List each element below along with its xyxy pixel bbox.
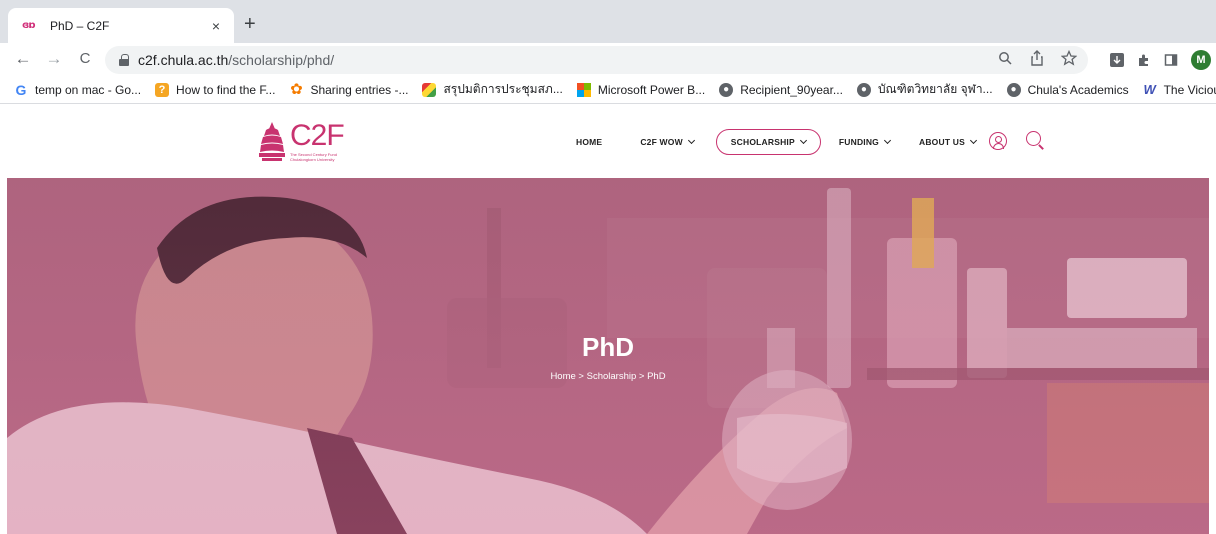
bookmarks-bar: G temp on mac - Go... ? How to find the …	[0, 76, 1216, 104]
bookmark-label: The Vicious Cycle...	[1163, 82, 1216, 97]
bookmark-star-icon[interactable]	[1060, 49, 1078, 71]
bookmark-label: สรุปมติการประชุมสภ...	[443, 82, 563, 96]
bookmark-item[interactable]: ✿ Sharing entries -...	[289, 80, 409, 98]
nav-item-funding[interactable]: FUNDING	[838, 129, 892, 155]
nav-item-about-us[interactable]: ABOUT US	[919, 129, 978, 155]
lock-icon[interactable]	[119, 54, 129, 66]
browser-toolbar: ← → C c2f.chula.ac.th/scholarship/phd/ M	[0, 43, 1216, 76]
gear-icon: ✿	[290, 80, 303, 98]
bookmark-item[interactable]: W The Vicious Cycle...	[1143, 81, 1216, 97]
bookmark-item[interactable]: G temp on mac - Go...	[14, 81, 142, 98]
side-panel-icon[interactable]	[1164, 53, 1178, 67]
bookmark-label: temp on mac - Go...	[35, 82, 142, 97]
extensions-puzzle-icon[interactable]	[1137, 53, 1151, 67]
main-nav: HOME C2F WOW SCHOLARSHIP FUNDING ABOUT U…	[560, 129, 978, 155]
tab-close-icon[interactable]: ×	[208, 18, 224, 34]
bookmark-item[interactable]: สรุปมติการประชุมสภ...	[422, 80, 563, 99]
reload-icon[interactable]: C	[74, 48, 96, 70]
bookmark-item[interactable]: ● Recipient_90year...	[719, 82, 843, 97]
microsoft-icon	[576, 82, 591, 97]
logo-wordmark: C2F	[290, 119, 345, 152]
nav-label: HOME	[576, 137, 603, 147]
chevron-down-icon	[883, 136, 892, 145]
breadcrumb: Home > Scholarship > PhD	[7, 371, 1209, 382]
nav-item-home[interactable]: HOME	[576, 129, 602, 155]
tab-title: PhD – C2F	[50, 18, 110, 33]
nav-item-scholarship[interactable]: SCHOLARSHIP	[715, 129, 821, 155]
profile-avatar[interactable]: M	[1191, 50, 1211, 70]
download-extension-icon[interactable]	[1110, 53, 1124, 67]
colorful-icon	[422, 82, 437, 97]
bookmark-item[interactable]: ● บัณฑิตวิทยาลัย จุฬา...	[856, 80, 993, 99]
browser-tab-active[interactable]: ɞɒ PhD – C2F ×	[8, 8, 234, 43]
chevron-down-icon	[799, 136, 807, 145]
url-path: /scholarship/phd/	[228, 52, 335, 68]
bookmark-label: Recipient_90year...	[740, 82, 843, 97]
zoom-magnifier-icon[interactable]	[996, 50, 1014, 71]
breadcrumb-separator: >	[636, 371, 648, 382]
nav-item-c2f-wow[interactable]: C2F WOW	[640, 129, 695, 155]
bookmark-label: Chula's Academics	[1027, 82, 1129, 97]
forward-arrow-icon[interactable]: →	[43, 48, 65, 70]
new-tab-icon[interactable]: +	[244, 13, 256, 35]
nav-label: C2F WOW	[640, 137, 683, 147]
site-header: C2F The Second Century Fund Chulalongkor…	[0, 104, 1216, 178]
breadcrumb-current: PhD	[647, 371, 666, 382]
hero-banner: PhD Home > Scholarship > PhD	[7, 178, 1209, 534]
chula-emblem-icon	[258, 120, 286, 164]
url-host: c2f.chula.ac.th	[138, 52, 229, 68]
back-arrow-icon[interactable]: ←	[12, 48, 34, 70]
c2f-favicon-icon: ɞɒ	[22, 19, 35, 31]
nav-label: SCHOLARSHIP	[730, 137, 795, 147]
google-icon: G	[15, 81, 27, 98]
nav-label: ABOUT US	[919, 137, 965, 147]
globe-icon: ●	[856, 82, 871, 97]
orange-face-icon: ?	[155, 82, 170, 97]
globe-icon: ●	[719, 82, 734, 97]
address-bar[interactable]: c2f.chula.ac.th/scholarship/phd/	[105, 46, 1088, 74]
w-icon: W	[1143, 81, 1156, 97]
bookmark-label: Sharing entries -...	[310, 82, 409, 97]
bookmark-label: How to find the F...	[176, 82, 276, 97]
c2f-logo[interactable]: C2F The Second Century Fund Chulalongkor…	[258, 116, 345, 168]
logo-subtitle: Chulalongkorn University	[290, 157, 335, 162]
bookmark-label: Microsoft Power B...	[597, 82, 706, 97]
bookmark-item[interactable]: ? How to find the F...	[155, 82, 276, 97]
browser-tab-strip: ɞɒ PhD – C2F × +	[0, 0, 1216, 43]
breadcrumb-home[interactable]: Home	[550, 371, 575, 382]
page-title: PhD	[582, 332, 634, 362]
share-icon[interactable]	[1028, 50, 1046, 71]
bookmark-item[interactable]: Microsoft Power B...	[576, 82, 706, 97]
search-icon[interactable]	[1026, 131, 1041, 146]
bookmark-label: บัณฑิตวิทยาลัย จุฬา...	[877, 82, 993, 96]
user-account-icon[interactable]	[989, 132, 1007, 150]
globe-icon: ●	[1006, 82, 1021, 97]
chevron-down-icon	[687, 136, 695, 145]
chevron-down-icon	[969, 136, 978, 145]
nav-label: FUNDING	[838, 137, 879, 147]
bookmark-item[interactable]: ● Chula's Academics	[1006, 82, 1129, 97]
breadcrumb-separator: >	[575, 371, 587, 382]
breadcrumb-scholarship[interactable]: Scholarship	[587, 371, 637, 382]
